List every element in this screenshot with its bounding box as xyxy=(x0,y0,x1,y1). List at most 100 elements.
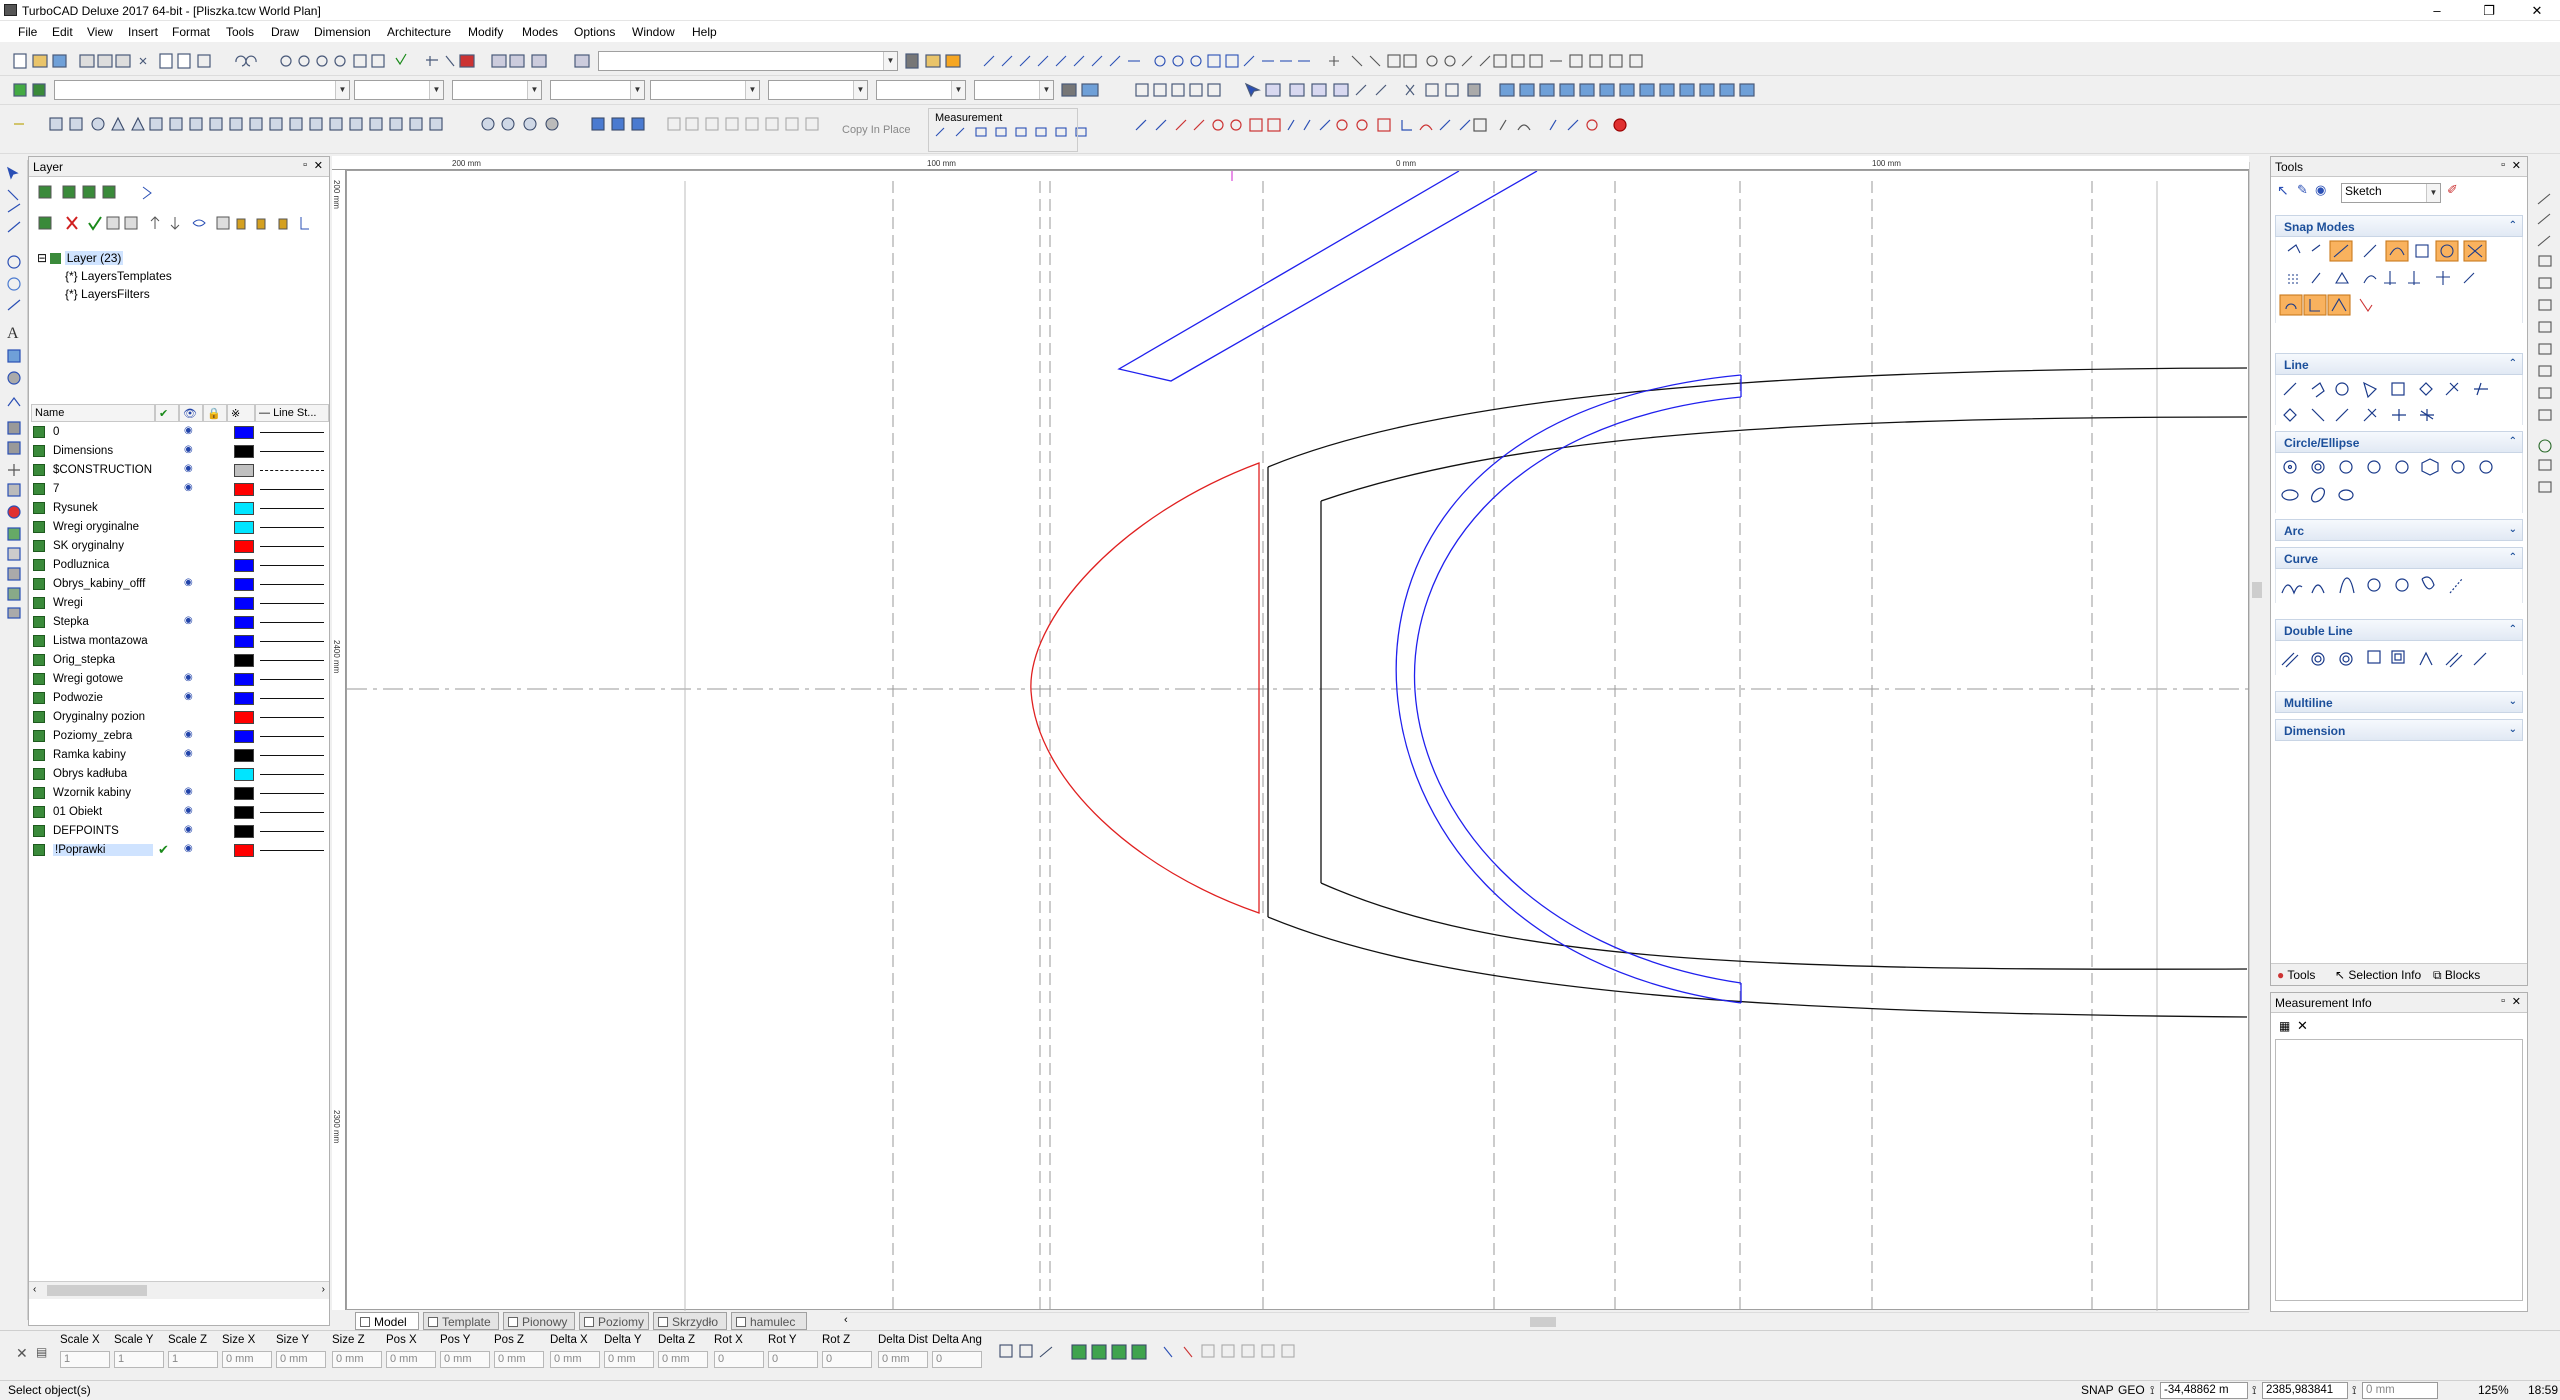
column-lock-icon[interactable]: 🔒 xyxy=(203,404,227,422)
tab-hamulec[interactable]: hamulec xyxy=(731,1312,807,1330)
layer-linestyle[interactable] xyxy=(260,584,324,585)
section-double-line[interactable]: Double Line ⌃ xyxy=(2275,619,2523,641)
collapse-icon[interactable]: ⌃ xyxy=(2509,358,2517,369)
inspector-value[interactable]: 0 mm xyxy=(550,1351,600,1368)
inspector-value[interactable]: 0 mm xyxy=(276,1351,326,1368)
inspector-value[interactable]: 0 mm xyxy=(222,1351,272,1368)
layer-row[interactable]: !Poprawki ✔ ◉ xyxy=(31,841,329,860)
menu-edit[interactable]: Edit xyxy=(52,25,73,39)
visibility-eye-icon[interactable]: ◉ xyxy=(184,748,193,759)
menu-format[interactable]: Format xyxy=(172,25,210,39)
layer-linestyle[interactable] xyxy=(260,641,324,642)
menu-window[interactable]: Window xyxy=(632,25,675,39)
layer-row[interactable]: SK oryginalny xyxy=(31,537,329,556)
layer-row[interactable]: Wregi gotowe ◉ xyxy=(31,670,329,689)
column-visible-icon[interactable]: 👁 xyxy=(179,404,203,422)
layer-color-swatch[interactable] xyxy=(234,578,254,591)
node-tool-icon[interactable]: ◉ xyxy=(2315,182,2326,198)
layer-hscrollbar[interactable]: ‹ › xyxy=(29,1281,329,1299)
inspector-value[interactable]: 1 xyxy=(60,1351,110,1368)
tab-skrzydlo[interactable]: Skrzydło xyxy=(653,1312,727,1330)
close-icon[interactable]: ✕ xyxy=(2512,995,2521,1008)
tab-template[interactable]: Template xyxy=(423,1312,499,1330)
layer-color-swatch[interactable] xyxy=(234,673,254,686)
mode-combo[interactable]: Sketch ▼ xyxy=(2341,183,2441,203)
layer-color-swatch[interactable] xyxy=(234,825,254,838)
pin-icon[interactable]: ▫ xyxy=(2501,995,2505,1007)
layer-linestyle[interactable] xyxy=(260,850,324,851)
visibility-eye-icon[interactable]: ◉ xyxy=(184,729,193,740)
blue-strip[interactable] xyxy=(1117,170,1538,382)
layer-linestyle[interactable] xyxy=(260,451,324,452)
layer-color-swatch[interactable] xyxy=(234,635,254,648)
canvas-vscrollbar[interactable] xyxy=(2249,162,2263,1310)
inspector-value[interactable]: 0 mm xyxy=(658,1351,708,1368)
tab-poziomy[interactable]: Poziomy xyxy=(579,1312,649,1330)
fuselage-inner-top[interactable] xyxy=(1320,416,2248,502)
visibility-eye-icon[interactable]: ◉ xyxy=(184,615,193,626)
tree-layersfilters[interactable]: {*} LayersFilters xyxy=(65,287,150,301)
layer-row[interactable]: Stepka ◉ xyxy=(31,613,329,632)
layer-color-swatch[interactable] xyxy=(234,768,254,781)
scroll-left-icon[interactable]: ‹ xyxy=(33,1284,36,1295)
layer-row[interactable]: 01 Obiekt ◉ xyxy=(31,803,329,822)
geo-toggle[interactable]: GEO xyxy=(2118,1383,2145,1397)
layer-linestyle[interactable] xyxy=(260,679,324,680)
layer-row[interactable]: Podluznica xyxy=(31,556,329,575)
red-nose-outline[interactable] xyxy=(1030,462,1260,914)
visibility-eye-icon[interactable]: ◉ xyxy=(184,805,193,816)
snap-toggle[interactable]: SNAP xyxy=(2081,1383,2114,1397)
layer-row[interactable]: 0 ◉ xyxy=(31,423,329,442)
layer-color-swatch[interactable] xyxy=(234,559,254,572)
layer-linestyle[interactable] xyxy=(260,565,324,566)
collapse-icon[interactable]: ⌃ xyxy=(2509,624,2517,635)
layer-color-swatch[interactable] xyxy=(234,787,254,800)
layer-row[interactable]: Oryginalny pozion xyxy=(31,708,329,727)
layer-linestyle[interactable] xyxy=(260,793,324,794)
tree-layerstemplates[interactable]: {*} LayersTemplates xyxy=(65,269,172,283)
menu-view[interactable]: View xyxy=(87,25,113,39)
inspector-value[interactable]: 1 xyxy=(168,1351,218,1368)
layer-linestyle[interactable] xyxy=(260,508,324,509)
menu-options[interactable]: Options xyxy=(574,25,615,39)
collapse-icon[interactable]: ⌃ xyxy=(2509,436,2517,447)
expand-icon[interactable]: ⌄ xyxy=(2509,724,2517,735)
inspector-value[interactable]: 0 mm xyxy=(604,1351,654,1368)
layer-row[interactable]: Wregi xyxy=(31,594,329,613)
collapse-icon[interactable]: ⌃ xyxy=(2509,220,2517,231)
inspector-value[interactable]: 1 xyxy=(114,1351,164,1368)
menu-file[interactable]: File xyxy=(18,25,37,39)
lineweight-combo[interactable]: ▼ xyxy=(550,80,645,100)
layer-linestyle[interactable] xyxy=(260,831,324,832)
layer-color-swatch[interactable] xyxy=(234,540,254,553)
hscroll-thumb[interactable] xyxy=(1530,1317,1556,1327)
layer-linestyle[interactable] xyxy=(260,698,324,699)
layer-color-swatch[interactable] xyxy=(234,597,254,610)
expand-icon[interactable]: ⌄ xyxy=(2509,524,2517,535)
scroll-right-icon[interactable]: › xyxy=(322,1284,325,1295)
expand-icon[interactable]: ⌄ xyxy=(2509,696,2517,707)
menu-architecture[interactable]: Architecture xyxy=(387,25,451,39)
layer-color-swatch[interactable] xyxy=(234,483,254,496)
hscroll-left-icon[interactable]: ‹ xyxy=(844,1314,848,1326)
layer-row[interactable]: $CONSTRUCTION ◉ xyxy=(31,461,329,480)
section-line[interactable]: Line ⌃ xyxy=(2275,353,2523,375)
column-color-icon[interactable]: ※ xyxy=(227,404,255,422)
menu-tools[interactable]: Tools xyxy=(226,25,254,39)
inspector-value[interactable]: 0 xyxy=(768,1351,818,1368)
layer-row[interactable]: Listwa montazowa xyxy=(31,632,329,651)
layer-row[interactable]: 7 ◉ xyxy=(31,480,329,499)
layer-linestyle[interactable] xyxy=(260,470,324,471)
coordinate-y[interactable]: 2385,983841 xyxy=(2262,1382,2348,1399)
layer-linestyle[interactable] xyxy=(260,736,324,737)
blue-rib-inner[interactable] xyxy=(1413,396,1742,984)
layer-color-swatch[interactable] xyxy=(234,464,254,477)
inspector-options-icon[interactable]: ▤ xyxy=(36,1345,47,1359)
layer-color-swatch[interactable] xyxy=(234,426,254,439)
minimize-button[interactable]: – xyxy=(2414,0,2460,21)
pin-icon[interactable]: ▫ xyxy=(2501,159,2505,171)
section-circle-ellipse[interactable]: Circle/Ellipse ⌃ xyxy=(2275,431,2523,453)
layer-row[interactable]: Obrys_kabiny_offf ◉ xyxy=(31,575,329,594)
circle-tool-icons[interactable] xyxy=(2276,453,2524,513)
linestyle-combo[interactable]: ▼ xyxy=(452,80,542,100)
